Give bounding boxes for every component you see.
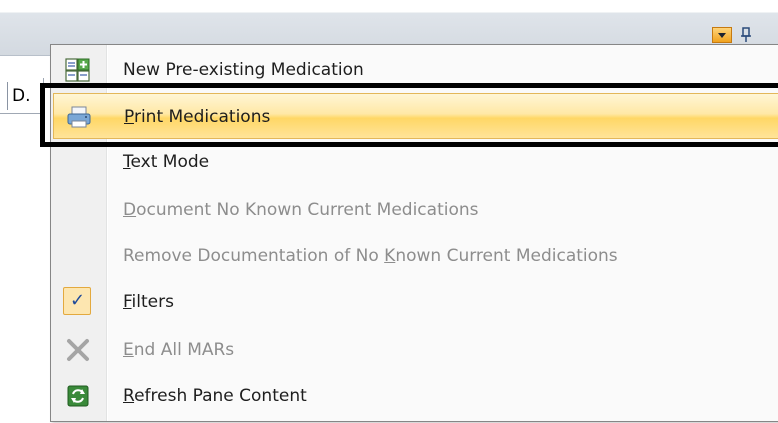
menu-item-text-mode[interactable]: Text Mode <box>53 139 778 185</box>
menu-item-refresh-pane-content[interactable]: Refresh Pane Content <box>53 373 778 419</box>
context-menu: New Pre-existing Medication Print Medica… <box>50 44 778 422</box>
column-header-text: D. <box>12 86 31 106</box>
menu-item-label: Remove Documentation of No Known Current… <box>123 246 618 266</box>
column-divider <box>7 82 8 110</box>
menu-item-filters[interactable]: ✓ Filters <box>53 279 778 325</box>
menu-item-label: New Pre-existing Medication <box>123 60 364 80</box>
menu-item-new-pre-existing-medication[interactable]: New Pre-existing Medication <box>53 47 778 93</box>
menu-item-document-no-known-current-medications[interactable]: Document No Known Current Medications <box>53 187 778 233</box>
pane-options-dropdown-button[interactable] <box>712 27 732 43</box>
menu-item-label: Text Mode <box>123 152 210 172</box>
menu-item-label: Filters <box>123 292 174 312</box>
screen: D. New Pre-existing Medication Print Med… <box>0 0 778 423</box>
print-icon <box>67 106 91 128</box>
column-header-cell: D. <box>0 78 44 114</box>
x-icon <box>67 339 89 361</box>
new-medication-icon <box>65 58 90 82</box>
menu-item-end-all-mars[interactable]: End All MARs <box>53 327 778 373</box>
menu-item-remove-documentation-no-known-current-medications[interactable]: Remove Documentation of No Known Current… <box>53 233 778 279</box>
menu-item-label: Print Medications <box>124 107 271 127</box>
checkmark-icon: ✓ <box>63 287 91 315</box>
refresh-icon <box>67 385 89 407</box>
menu-item-label: Document No Known Current Medications <box>123 200 479 220</box>
menu-item-print-medications[interactable]: Print Medications <box>53 93 778 139</box>
pin-icon[interactable] <box>740 27 752 43</box>
menu-item-label: Refresh Pane Content <box>123 386 307 406</box>
chevron-down-icon <box>718 33 726 38</box>
menu-item-label: End All MARs <box>123 340 235 360</box>
